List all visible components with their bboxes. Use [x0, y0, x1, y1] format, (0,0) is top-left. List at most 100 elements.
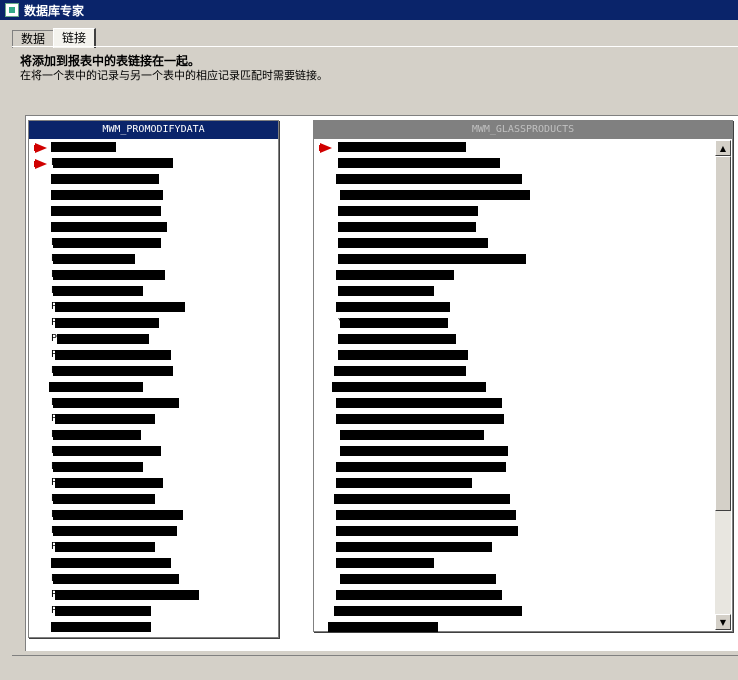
table-field-row[interactable]	[314, 267, 732, 283]
table-field-row[interactable]	[314, 587, 732, 603]
table-field-row[interactable]: PMD_	[29, 411, 278, 427]
table-field-row[interactable]: _	[314, 395, 732, 411]
table-field-row[interactable]: PMD_	[29, 363, 278, 379]
table-field-row[interactable]: PMD_	[29, 315, 278, 331]
table-field-row[interactable]: PMD_H	[29, 299, 278, 315]
table-field-row[interactable]: PMD_	[29, 347, 278, 363]
table-field-row[interactable]: PMD_	[29, 475, 278, 491]
redaction-bar	[336, 558, 434, 568]
table-field-row[interactable]: PMD_	[29, 491, 278, 507]
redaction-bar	[55, 606, 151, 616]
table-field-row[interactable]: MWM_CONVERSION_INVENTORYSTAT	[314, 491, 732, 507]
table-field-row[interactable]: PMD_	[29, 331, 278, 347]
redaction-bar	[338, 222, 476, 232]
redaction-bar	[55, 318, 159, 328]
redaction-bar	[336, 398, 502, 408]
table-field-row[interactable]: PMD_	[29, 395, 278, 411]
table-field-row[interactable]: PMD_SETLINGTAG	[29, 603, 278, 619]
table-box-right[interactable]: MWM_GLASSPRODUCTS N__YYMWM_PRODUCTCOLOR_…	[313, 120, 733, 632]
table-field-row[interactable]: PMD_MODIFYDATE	[29, 219, 278, 235]
table-field-row[interactable]: PMD_	[29, 539, 278, 555]
scroll-up-button[interactable]: ▲	[715, 140, 731, 156]
redaction-bar	[53, 158, 173, 168]
redaction-bar	[338, 286, 434, 296]
redaction-bar	[53, 446, 161, 456]
redaction-bar	[332, 382, 486, 392]
table-field-row[interactable]: PMD_	[29, 251, 278, 267]
table-field-row[interactable]	[314, 603, 732, 619]
table-field-row[interactable]	[314, 363, 732, 379]
table-field-row[interactable]	[314, 619, 732, 635]
table-field-row[interactable]: PMD_	[29, 283, 278, 299]
table-field-row[interactable]: PMD_	[29, 507, 278, 523]
table-field-row[interactable]: MWM_PRICELE_INVENTORY	[314, 475, 732, 491]
table-field-row[interactable]: N	[314, 171, 732, 187]
redaction-bar	[336, 174, 522, 184]
table-field-row[interactable]: N	[314, 379, 732, 395]
table-field-row[interactable]	[314, 443, 732, 459]
redaction-bar	[53, 430, 141, 440]
table-field-row[interactable]	[314, 507, 732, 523]
table-field-row[interactable]: Y	[314, 315, 732, 331]
redaction-bar	[55, 542, 155, 552]
redaction-bar	[338, 158, 500, 168]
table-field-row[interactable]: PMD_	[29, 267, 278, 283]
redaction-bar	[49, 382, 143, 392]
redaction-bar	[55, 590, 199, 600]
table-field-row[interactable]	[314, 411, 732, 427]
table-field-row[interactable]: PMD_MODIFYTYPE	[29, 187, 278, 203]
table-field-row[interactable]	[314, 155, 732, 171]
table-field-row[interactable]	[314, 539, 732, 555]
table-title[interactable]: MWM_GLASSPRODUCTS	[314, 121, 732, 139]
table-field-row[interactable]: PMD_	[29, 139, 278, 155]
table-field-row[interactable]: PMD_	[29, 523, 278, 539]
table-field-row[interactable]: Y	[314, 283, 732, 299]
table-field-row[interactable]	[314, 555, 732, 571]
table-field-row[interactable]: _	[314, 235, 732, 251]
redaction-bar	[53, 526, 177, 536]
table-field-row[interactable]: PMD_FACTORYID	[29, 171, 278, 187]
table-field-row[interactable]: PMD_MODIFYFLAG	[29, 203, 278, 219]
tab-links[interactable]: 链接	[53, 28, 97, 48]
table-field-row[interactable]	[314, 299, 732, 315]
field-list: N__YYMWM_PRODUCTCOLOR_MAXN_MWM_PRICELE_I…	[314, 139, 732, 635]
table-field-row[interactable]	[314, 427, 732, 443]
redaction-bar	[53, 510, 183, 520]
table-field-row[interactable]: PMD_	[29, 235, 278, 251]
table-field-row[interactable]: PMD_D	[29, 155, 278, 171]
table-field-row[interactable]: PMD_	[29, 379, 278, 395]
table-field-row[interactable]: PMD_	[29, 571, 278, 587]
link-arrow-icon	[34, 159, 47, 169]
redaction-bar	[51, 190, 163, 200]
table-field-row[interactable]: PMD_	[29, 555, 278, 571]
scroll-thumb[interactable]	[715, 156, 731, 511]
table-field-row[interactable]	[314, 251, 732, 267]
table-field-row[interactable]	[314, 331, 732, 347]
table-field-row[interactable]: PMD_	[29, 427, 278, 443]
table-field-row[interactable]	[314, 187, 732, 203]
redaction-bar	[51, 174, 159, 184]
table-field-row[interactable]	[314, 523, 732, 539]
table-field-row[interactable]	[314, 203, 732, 219]
table-field-row[interactable]	[314, 571, 732, 587]
window-title: 数据库专家	[24, 3, 85, 18]
redaction-bar	[53, 462, 143, 472]
table-field-row[interactable]: _	[314, 219, 732, 235]
table-field-row[interactable]: PMD_	[29, 587, 278, 603]
table-field-row[interactable]: PMD_	[29, 443, 278, 459]
vertical-scrollbar[interactable]: ▲ ▼	[715, 140, 731, 630]
redaction-bar	[55, 350, 171, 360]
title-bar: 数据库专家	[0, 0, 738, 20]
scroll-down-button[interactable]: ▼	[715, 614, 731, 630]
redaction-bar	[51, 142, 116, 152]
table-box-left[interactable]: MWM_PROMODIFYDATA PMD_PMD_DPMD_FACTORYID…	[28, 120, 279, 638]
table-title[interactable]: MWM_PROMODIFYDATA	[29, 121, 278, 139]
table-field-row[interactable]: PMD_	[29, 619, 278, 635]
table-field-row[interactable]: PMD_	[29, 459, 278, 475]
redaction-bar	[53, 238, 161, 248]
table-field-row[interactable]: MWM_PRODUCTCOLOR_MAX	[314, 347, 732, 363]
table-field-row[interactable]	[314, 459, 732, 475]
table-field-row[interactable]	[314, 139, 732, 155]
redaction-bar	[336, 542, 492, 552]
redaction-bar	[53, 254, 135, 264]
